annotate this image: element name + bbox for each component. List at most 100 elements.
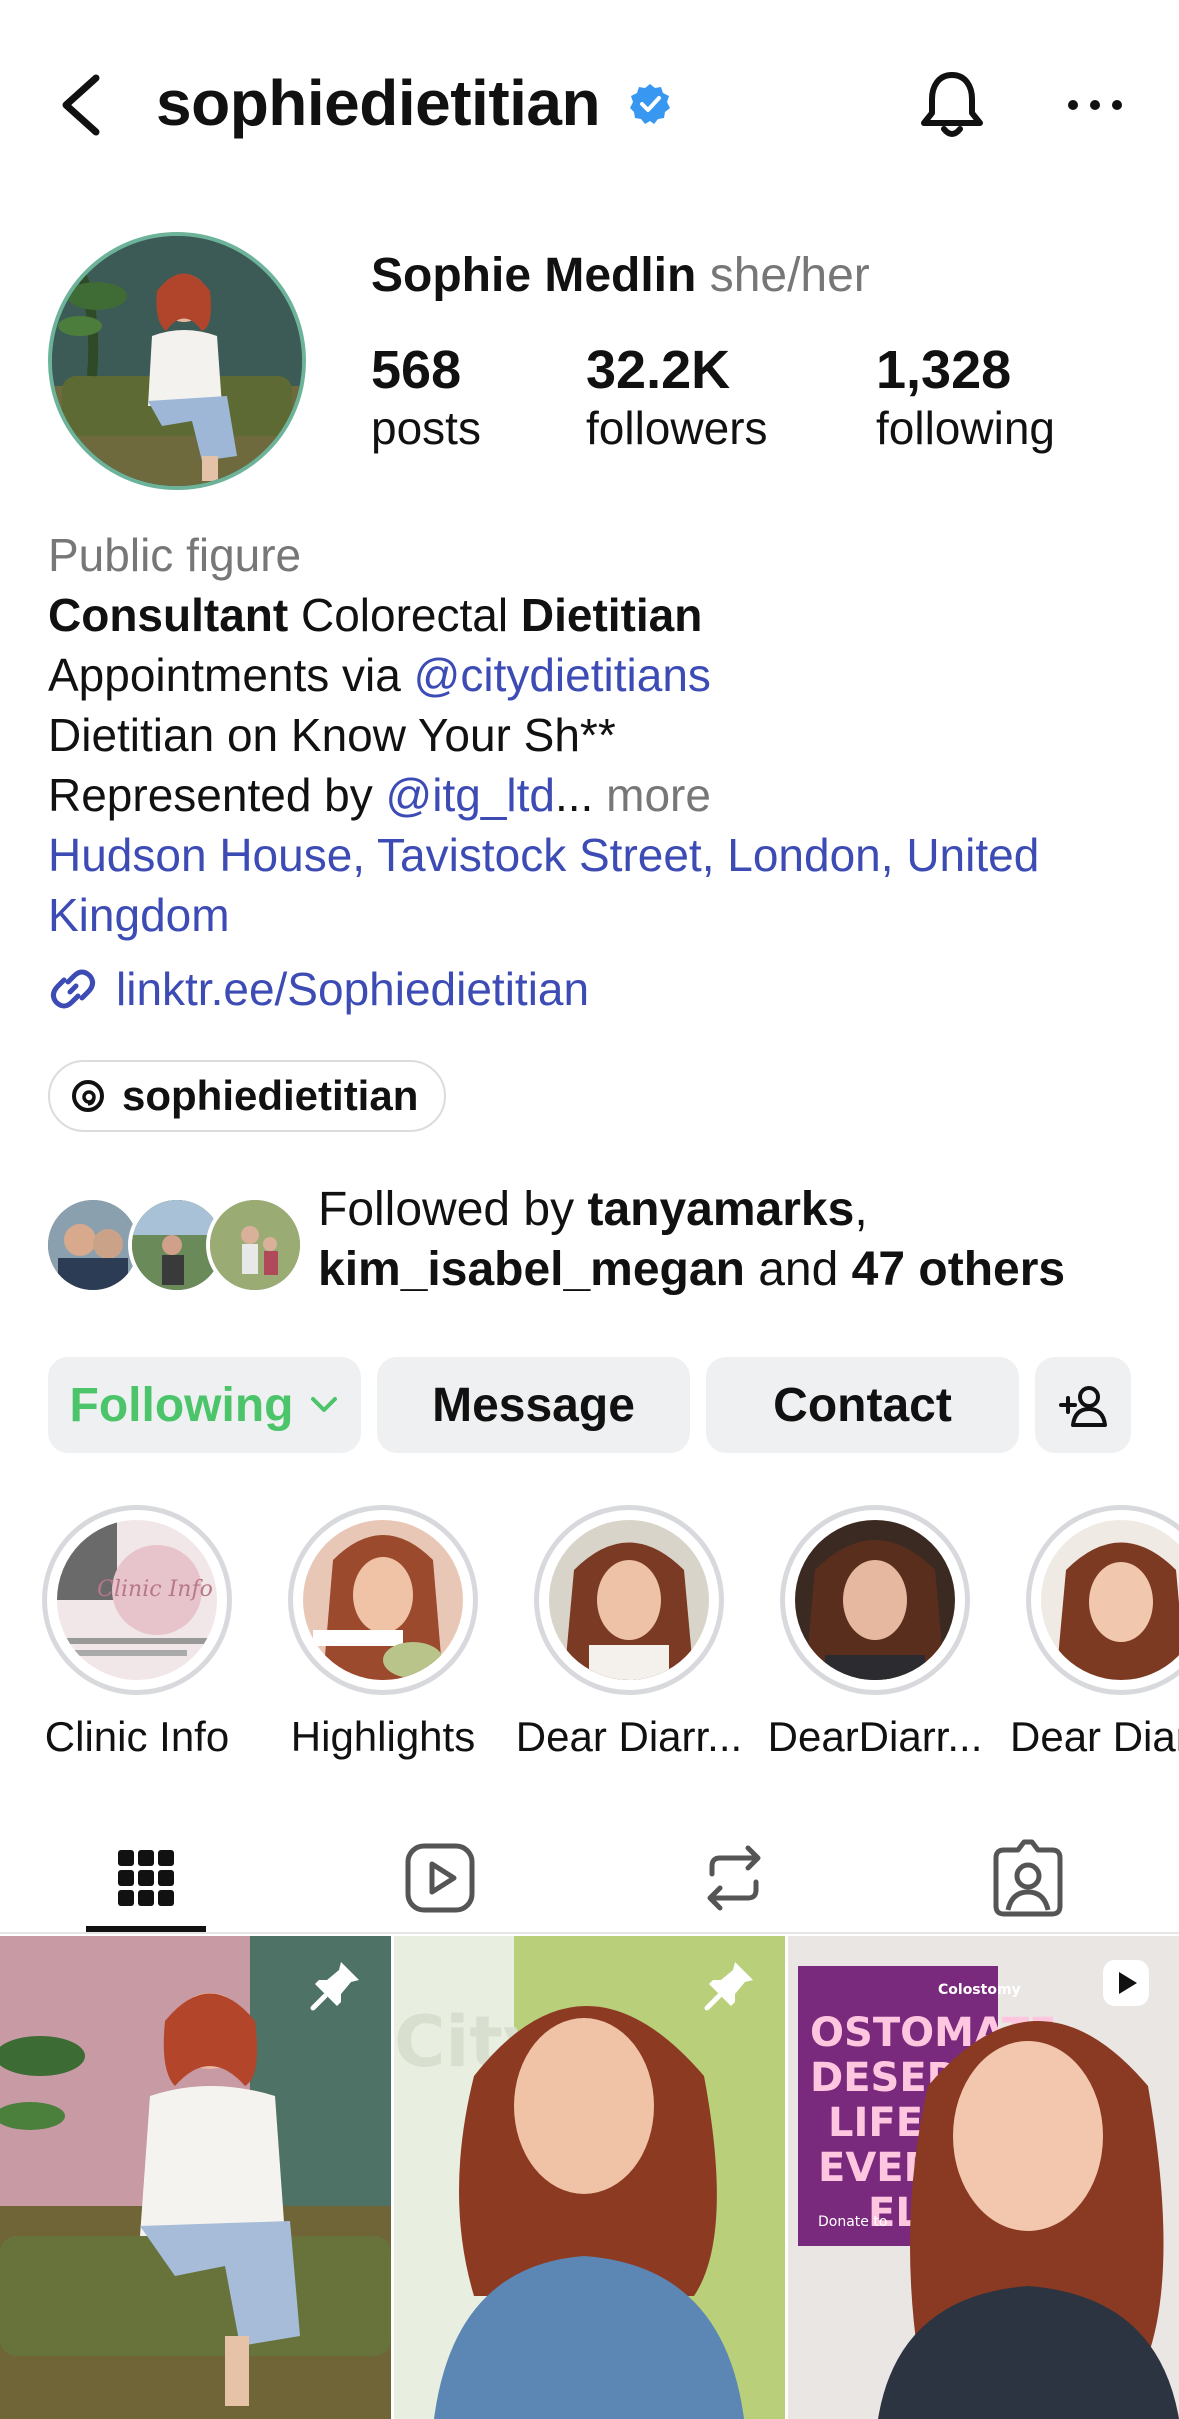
profile-tabs: [0, 1820, 1179, 1930]
avatar-photo: [52, 236, 302, 486]
username-title: sophiedietitian: [156, 67, 601, 139]
back-arrow-icon[interactable]: [52, 70, 112, 140]
highlight-ring: [288, 1505, 478, 1695]
highlight-cover: [1041, 1520, 1179, 1680]
message-button[interactable]: Message: [377, 1357, 690, 1453]
mention-itg-link[interactable]: @itg_ltd: [386, 769, 555, 821]
chevron-down-icon: [311, 1397, 338, 1412]
reel-icon: [1103, 1960, 1149, 2006]
followed-by-prefix: Followed by: [318, 1183, 588, 1236]
stat-value: 1,328: [876, 340, 1012, 400]
highlight-label: Highlights: [290, 1713, 476, 1760]
bio-text: Colorectal: [288, 589, 521, 641]
followed-by-text[interactable]: Followed by tanyamarks, kim_isabel_megan…: [318, 1180, 1158, 1300]
bio: Public figure Consultant Colorectal Diet…: [48, 525, 1158, 1019]
bio-line: Represented by @itg_ltd... more: [48, 765, 1158, 825]
highlight-ring: [1026, 1505, 1179, 1695]
highlight-cover: [549, 1520, 709, 1680]
tagged-icon[interactable]: [980, 1830, 1076, 1926]
follower-name: kim_isabel_megan: [318, 1243, 745, 1296]
following-button[interactable]: Following: [48, 1357, 361, 1453]
stat-posts[interactable]: 568 posts: [371, 340, 481, 456]
highlight-image: [303, 1520, 463, 1680]
post-tile[interactable]: Colostomy OSTOMATE DESERVE LIFE LIK EVER…: [788, 1936, 1179, 2419]
highlight-dear-diar-3[interactable]: Dear Diar: [1010, 1505, 1179, 1760]
stat-label: posts: [371, 402, 481, 454]
highlight-highlights[interactable]: Highlights: [288, 1505, 478, 1760]
highlight-ring: [780, 1505, 970, 1695]
pin-icon: [704, 1962, 753, 2011]
contact-button[interactable]: Contact: [706, 1357, 1019, 1453]
highlight-dear-diarr-1[interactable]: Dear Diarr...: [516, 1505, 742, 1760]
highlight-cover: [303, 1520, 463, 1680]
pronouns: she/her: [709, 249, 870, 302]
bio-line: Appointments via @citydietitians: [48, 645, 1158, 705]
post-tile[interactable]: [0, 1936, 391, 2419]
threads-badge[interactable]: sophiedietitian: [48, 1060, 447, 1132]
highlight-image: [795, 1520, 955, 1680]
external-link[interactable]: linktr.ee/Sophiedietitian: [116, 959, 589, 1019]
reposts-icon[interactable]: [686, 1830, 782, 1926]
pin-icon: [310, 1962, 359, 2011]
and-text: and: [744, 1243, 852, 1296]
poster-brand: Colostomy: [938, 1982, 1021, 1998]
highlight-label: Dear Diarr...: [515, 1713, 743, 1760]
mention-citydietitians-link[interactable]: @citydietitians: [414, 649, 711, 701]
contact-label: Contact: [773, 1378, 952, 1432]
highlight-cover-text: Clinic Info: [97, 1577, 213, 1602]
post-tile[interactable]: City: [394, 1936, 785, 2419]
bell-icon[interactable]: [912, 65, 992, 145]
bio-text: Represented by: [48, 769, 386, 821]
message-label: Message: [432, 1378, 635, 1432]
highlight-cover: Clinic Info: [57, 1520, 217, 1680]
highlight-dear-diarr-2[interactable]: DearDiarr...: [768, 1505, 982, 1760]
full-name-row: Sophie Medlin she/her: [371, 248, 870, 303]
following-label: Following: [69, 1378, 294, 1432]
grid-icon[interactable]: [98, 1830, 194, 1926]
highlight-image: Clinic Info: [57, 1520, 217, 1680]
tabs-divider: [0, 1932, 1179, 1934]
highlight-image: [549, 1520, 709, 1680]
stat-followers[interactable]: 32.2K followers: [586, 340, 768, 456]
profile-header: sophiedietitian: [0, 0, 1179, 210]
highlight-clinic-info[interactable]: Clinic Info Clinic Info: [42, 1505, 232, 1760]
profile-avatar[interactable]: [48, 232, 306, 490]
highlight-label: Dear Diar: [1010, 1713, 1179, 1760]
follower-photo: [210, 1200, 300, 1290]
link-icon: [50, 969, 96, 1009]
bio-bold-dietitian: Dietitian: [520, 589, 703, 641]
highlight-image: [1041, 1520, 1179, 1680]
bio-bold-consultant: Consultant: [48, 589, 289, 641]
follower-name: tanyamarks: [587, 1183, 855, 1236]
bio-line: Dietitian on Know Your Sh**: [48, 709, 616, 761]
bio-line: Consultant Colorectal Dietitian: [48, 585, 1158, 645]
stat-value: 568: [371, 340, 462, 400]
add-person-icon: [1059, 1386, 1107, 1427]
more-link[interactable]: more: [593, 769, 711, 821]
bio-ellipsis: ...: [555, 769, 594, 821]
follower-photo: [48, 1200, 138, 1290]
address-link[interactable]: Hudson House, Tavistock Street, London, …: [48, 825, 1158, 945]
threads-icon: [72, 1080, 104, 1112]
separator: ,: [854, 1183, 868, 1236]
highlight-ring: [534, 1505, 724, 1695]
highlight-ring: Clinic Info: [42, 1505, 232, 1695]
reels-icon[interactable]: [392, 1830, 488, 1926]
highlight-label: Clinic Info: [44, 1713, 230, 1760]
highlight-label: DearDiarr...: [767, 1713, 983, 1760]
suggest-people-button[interactable]: [1035, 1357, 1131, 1453]
more-icon[interactable]: [1065, 95, 1125, 115]
stat-label: following: [876, 402, 1055, 454]
follower-avatar[interactable]: [206, 1196, 304, 1294]
threads-username: sophiedietitian: [122, 1072, 419, 1119]
poster-small-text: Donate to: [818, 2214, 887, 2230]
full-name: Sophie Medlin: [371, 249, 697, 302]
verified-badge-icon: [630, 84, 670, 124]
others-count: 47 others: [851, 1243, 1066, 1296]
external-link-row[interactable]: linktr.ee/Sophiedietitian: [48, 959, 1158, 1019]
stat-value: 32.2K: [586, 340, 731, 400]
stat-following[interactable]: 1,328 following: [876, 340, 1055, 456]
bio-text: Appointments via: [48, 649, 414, 701]
stat-label: followers: [586, 402, 768, 454]
category-label: Public figure: [48, 529, 302, 581]
